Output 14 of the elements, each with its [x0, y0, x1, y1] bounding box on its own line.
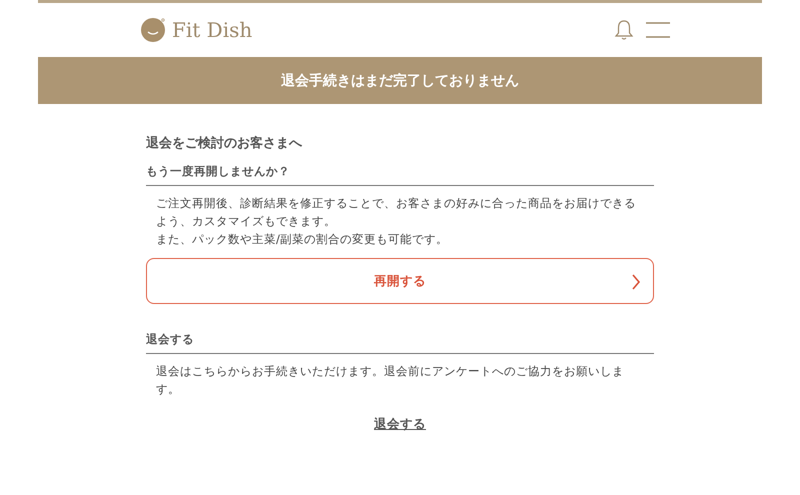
notification-bell-icon[interactable]	[614, 19, 634, 41]
logo-text: Fit Dish	[172, 18, 252, 42]
section-title: 退会する	[146, 332, 654, 354]
section-text: 退会はこちらからお手続きいただけます。退会前にアンケートへのご協力をお願いします。	[156, 363, 625, 398]
status-banner: 退会手続きはまだ完了しておりません	[38, 57, 762, 104]
menu-icon[interactable]	[646, 21, 670, 39]
section-text: ご注文再開後、診断結果を修正することで、お客さまの好みに合った商品をお届けできるよう、カスタマイズもできます。	[156, 195, 637, 230]
chevron-right-icon	[631, 274, 641, 290]
page-heading: 退会をご検討のお客さまへ	[146, 134, 303, 152]
resume-button[interactable]: 再開する	[146, 258, 654, 304]
section-title: もう一度再開しませんか？	[146, 164, 654, 186]
cancel-membership-link[interactable]: 退会する	[374, 416, 426, 433]
logo-icon	[140, 17, 166, 43]
section-text: また、パック数や主菜/副菜の割合の変更も可能です。	[156, 231, 449, 248]
